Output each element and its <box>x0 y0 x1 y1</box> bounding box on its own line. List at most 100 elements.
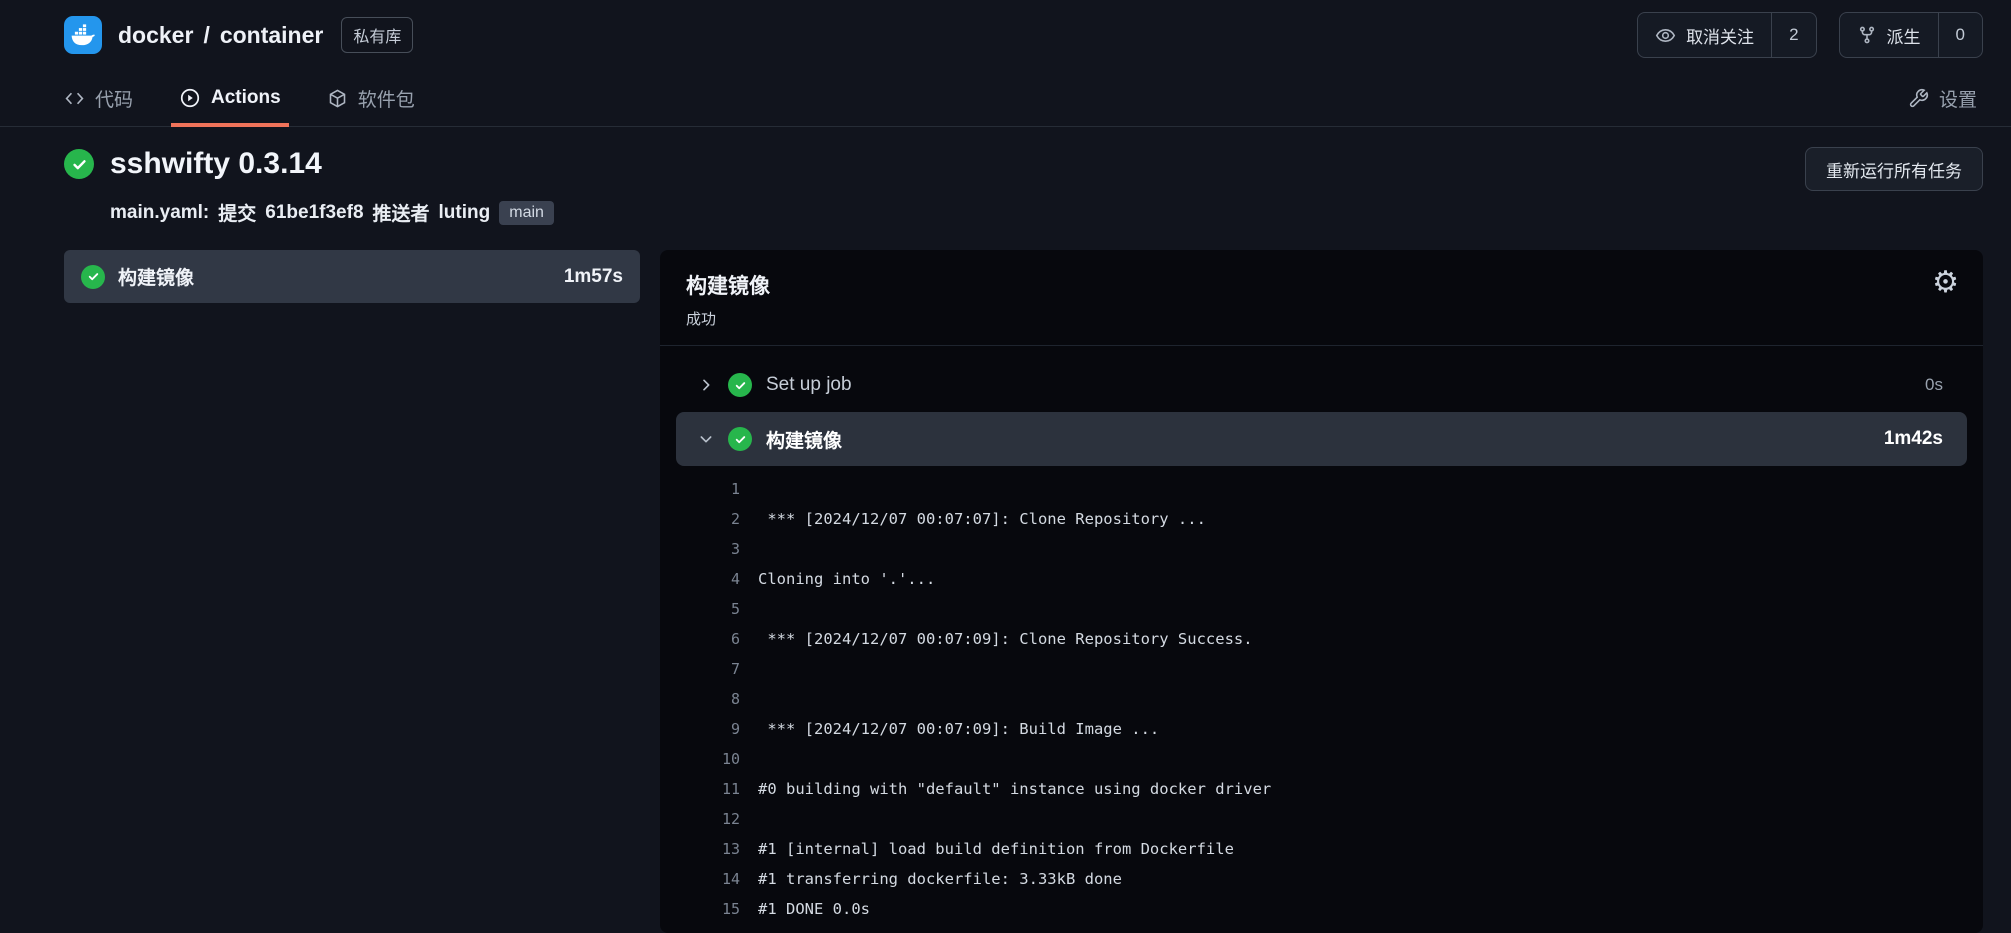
log-line-number: 2 <box>676 510 740 528</box>
log-line: 4 Cloning into '.'... <box>676 564 1967 594</box>
log-line-text: #1 transferring dockerfile: 3.33kB done <box>758 870 1122 888</box>
log-line-text: *** [2024/12/07 00:07:09]: Clone Reposit… <box>758 630 1253 648</box>
step-name: Set up job <box>766 374 852 396</box>
forks-count[interactable]: 0 <box>1938 13 1982 57</box>
tab-packages[interactable]: 软件包 <box>327 70 415 126</box>
job-name: 构建镜像 <box>118 263 194 290</box>
repo-tab-bar: 代码 Actions 软件包 设置 <box>0 70 2011 127</box>
fork-button-label: 派生 <box>1887 23 1921 48</box>
panel-job-status: 成功 <box>686 308 1957 329</box>
commit-line: main.yaml: 提交 61be1f3ef8 推送者 luting main <box>110 199 1983 226</box>
log-line: 13 #1 [internal] load build definition fr… <box>676 834 1967 864</box>
log-line-number: 1 <box>676 480 740 498</box>
log-line: 16 <box>676 924 1967 933</box>
workflow-file-label: main.yaml: <box>110 202 209 224</box>
step-success-icon <box>728 373 752 397</box>
log-line-number: 15 <box>676 900 740 918</box>
log-line-number: 8 <box>676 690 740 708</box>
breadcrumb: docker / container <box>118 22 323 49</box>
log-line-number: 10 <box>676 750 740 768</box>
unwatch-button-group[interactable]: 取消关注 2 <box>1637 12 1816 58</box>
step-duration: 1m42s <box>1884 428 1943 450</box>
log-line-number: 7 <box>676 660 740 678</box>
step-name: 构建镜像 <box>766 426 842 453</box>
log-line-number: 13 <box>676 840 740 858</box>
log-line: 6 *** [2024/12/07 00:07:09]: Clone Repos… <box>676 624 1967 654</box>
log-line: 3 <box>676 534 1967 564</box>
log-line-text: *** [2024/12/07 00:07:07]: Clone Reposit… <box>758 510 1206 528</box>
breadcrumb-repo-link[interactable]: container <box>220 22 324 49</box>
eye-icon <box>1655 25 1676 46</box>
job-duration: 1m57s <box>564 266 623 288</box>
jobs-sidebar: 构建镜像 1m57s <box>64 250 640 933</box>
panel-job-title: 构建镜像 <box>686 270 1957 300</box>
pusher-label: 推送者 <box>373 199 430 226</box>
breadcrumb-separator: / <box>203 22 209 49</box>
run-header: sshwifty 0.3.14 重新运行所有任务 <box>64 147 1983 191</box>
tab-code[interactable]: 代码 <box>64 70 133 126</box>
steps-list: Set up job 0s 构建镜像 <box>660 346 1983 933</box>
log-line-text: *** [2024/12/07 00:07:09]: Build Image .… <box>758 720 1159 738</box>
log-line: 14 #1 transferring dockerfile: 3.33kB don… <box>676 864 1967 894</box>
log-line: 15 #1 DONE 0.0s <box>676 894 1967 924</box>
commit-label: 提交 <box>218 199 256 226</box>
log-line: 5 <box>676 594 1967 624</box>
tab-settings-label: 设置 <box>1939 85 1977 112</box>
breadcrumb-owner-link[interactable]: docker <box>118 22 193 49</box>
branch-badge[interactable]: main <box>499 201 554 225</box>
actions-run-page: sshwifty 0.3.14 重新运行所有任务 main.yaml: 提交 6… <box>0 127 2011 933</box>
unwatch-button-label: 取消关注 <box>1686 23 1754 48</box>
tab-actions-label: Actions <box>211 87 281 109</box>
log-line: 12 <box>676 804 1967 834</box>
docker-logo-icon[interactable] <box>64 16 102 54</box>
package-icon <box>327 88 348 109</box>
tab-code-label: 代码 <box>95 85 133 112</box>
job-log-panel: 构建镜像 成功 ⚙ Set u <box>660 250 1983 933</box>
fork-icon <box>1857 25 1877 45</box>
rerun-all-jobs-button[interactable]: 重新运行所有任务 <box>1805 147 1983 191</box>
log-line-text: #1 [internal] load build definition from… <box>758 840 1234 858</box>
chevron-right-icon <box>698 377 714 393</box>
watchers-count[interactable]: 2 <box>1771 13 1815 57</box>
code-icon <box>64 88 85 109</box>
job-success-icon <box>81 265 105 289</box>
log-line: 1 <box>676 474 1967 504</box>
log-line-number: 12 <box>676 810 740 828</box>
log-line: 7 <box>676 654 1967 684</box>
log-line: 11 #0 building with "default" instance us… <box>676 774 1967 804</box>
log-line: 10 <box>676 744 1967 774</box>
step-set-up-job[interactable]: Set up job 0s <box>676 358 1967 412</box>
log-line-number: 11 <box>676 780 740 798</box>
run-success-icon <box>64 149 94 179</box>
tab-actions[interactable]: Actions <box>179 70 281 126</box>
log-line-number: 3 <box>676 540 740 558</box>
tab-packages-label: 软件包 <box>358 85 415 112</box>
job-log-panel-header: 构建镜像 成功 ⚙ <box>660 250 1983 346</box>
fork-button-group[interactable]: 派生 0 <box>1839 12 1983 58</box>
log-line-text: Cloning into '.'... <box>758 570 935 588</box>
log-line: 9 *** [2024/12/07 00:07:09]: Build Image… <box>676 714 1967 744</box>
log-line-number: 6 <box>676 630 740 648</box>
log-line-text: #1 DONE 0.0s <box>758 900 870 918</box>
job-item-build-image[interactable]: 构建镜像 1m57s <box>64 250 640 303</box>
log-output[interactable]: 1 2 *** [2024/12/07 00:07:07]: Clone Rep… <box>676 466 1967 933</box>
chevron-down-icon <box>698 431 714 447</box>
log-line-number: 9 <box>676 720 740 738</box>
repo-action-buttons: 取消关注 2 派生 0 <box>1637 12 1983 58</box>
step-success-icon <box>728 427 752 451</box>
commit-hash-link[interactable]: 61be1f3ef8 <box>265 202 363 224</box>
log-line-number: 4 <box>676 570 740 588</box>
run-title: sshwifty 0.3.14 <box>110 147 322 181</box>
play-circle-icon <box>179 87 201 109</box>
gear-icon[interactable]: ⚙ <box>1932 268 1959 298</box>
log-line-number: 14 <box>676 870 740 888</box>
private-repo-badge: 私有库 <box>341 17 413 53</box>
step-duration: 0s <box>1925 375 1943 395</box>
top-header-bar: docker / container 私有库 取消关注 2 <box>0 0 2011 70</box>
pusher-name: luting <box>439 202 491 224</box>
log-line: 8 <box>676 684 1967 714</box>
step-build-image[interactable]: 构建镜像 1m42s <box>676 412 1967 466</box>
tools-icon <box>1908 88 1929 109</box>
log-line-text: #0 building with "default" instance usin… <box>758 780 1271 798</box>
tab-settings[interactable]: 设置 <box>1908 70 1977 126</box>
